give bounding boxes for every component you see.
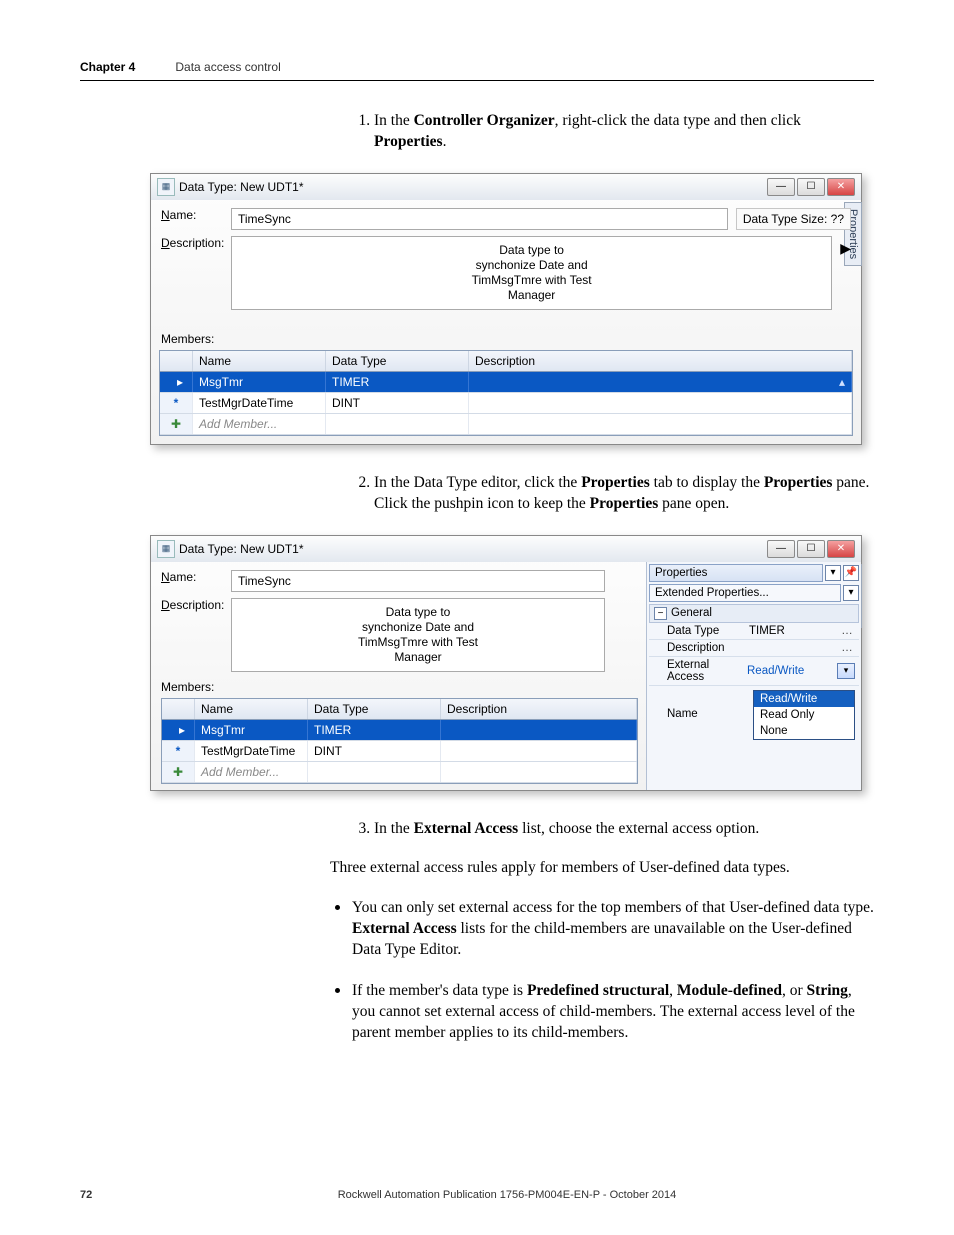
description-input[interactable]: Data type to synchonize Date and TimMsgT… (231, 236, 832, 310)
page-number: 72 (80, 1189, 140, 1201)
properties-pane: Properties ▾ 📌 Extended Properties... ▾ … (646, 562, 861, 790)
external-access-dropdown[interactable]: Read/Write Read Only None (753, 690, 855, 740)
option-read-write[interactable]: Read/Write (754, 691, 854, 707)
minimize-button[interactable]: — (767, 540, 795, 558)
rules-intro: Three external access rules apply for me… (330, 858, 874, 879)
add-member-row[interactable]: ✚ Add Member... (160, 414, 852, 435)
description-label: Description: (161, 598, 231, 612)
figure-1: ▦ Data Type: New UDT1* — ☐ ✕ Properties … (150, 173, 874, 445)
rule-2: If the member's data type is Predefined … (352, 977, 874, 1044)
rules-list: You can only set external access for the… (330, 894, 874, 1044)
collapse-icon[interactable]: − (654, 607, 667, 620)
pushpin-icon[interactable]: 📌 (843, 565, 859, 581)
window-title: Data Type: New UDT1* (179, 180, 767, 194)
option-read-only[interactable]: Read Only (754, 707, 854, 723)
maximize-button[interactable]: ☐ (797, 178, 825, 196)
dropdown-arrow-icon[interactable]: ▾ (843, 585, 859, 601)
general-group[interactable]: − General (649, 604, 859, 623)
section-label: Data access control (175, 60, 280, 74)
members-grid: Name Data Type Description * ▸ MsgTmr TI… (159, 350, 853, 436)
dropdown-arrow-icon[interactable]: ▾ (837, 663, 855, 679)
titlebar: ▦ Data Type: New UDT1* — ☐ ✕ (151, 536, 861, 562)
name-label: Name: (161, 570, 231, 584)
prop-row-external-access[interactable]: External Access Read/Write ▾ (649, 657, 859, 686)
step-3: In the External Access list, choose the … (374, 819, 874, 840)
step-list-3: In the External Access list, choose the … (350, 819, 874, 840)
description-input[interactable]: Data type to synchonize Date and TimMsgT… (231, 598, 605, 672)
chapter-label: Chapter 4 (80, 60, 135, 74)
minimize-button[interactable]: — (767, 178, 795, 196)
members-grid: Name Data Type Description * ▸ MsgTmr TI… (161, 698, 638, 784)
prop-row-description: Description … (649, 640, 859, 657)
expand-arrow-icon[interactable]: ▶ (840, 236, 851, 257)
properties-tab[interactable]: Properties (649, 564, 823, 582)
name-label: Name: (161, 208, 231, 222)
data-type-size: Data Type Size: ?? (736, 208, 851, 230)
members-label: Members: (161, 680, 638, 694)
table-row-selected[interactable]: * ▸ MsgTmr TIMER ▴ (160, 372, 852, 393)
figure-2: ▦ Data Type: New UDT1* — ☐ ✕ Properties … (150, 535, 874, 791)
ellipsis-button[interactable]: … (839, 625, 855, 637)
step-2: In the Data Type editor, click the Prope… (374, 473, 874, 515)
table-row[interactable]: * TestMgrDateTime DINT (160, 393, 852, 414)
window-icon: ▦ (157, 178, 175, 196)
table-row-selected[interactable]: * ▸ MsgTmr TIMER (162, 720, 637, 741)
dropdown-arrow-icon[interactable]: ▾ (825, 565, 841, 581)
ellipsis-button[interactable]: … (839, 642, 855, 654)
data-type-window: ▦ Data Type: New UDT1* — ☐ ✕ Properties … (150, 173, 862, 445)
members-label: Members: (161, 332, 861, 346)
prop-row-name: Name Read/Write Read Only None (649, 686, 859, 742)
table-row[interactable]: * TestMgrDateTime DINT (162, 741, 637, 762)
step-1: In the Controller Organizer, right-click… (374, 111, 874, 153)
page-footer: 72 Rockwell Automation Publication 1756-… (80, 1189, 874, 1201)
rule-1: You can only set external access for the… (352, 894, 874, 961)
titlebar: ▦ Data Type: New UDT1* — ☐ ✕ (151, 174, 861, 200)
col-desc[interactable]: Description (469, 351, 852, 371)
prop-row-data-type: Data Type TIMER … (649, 623, 859, 640)
data-type-window-props: ▦ Data Type: New UDT1* — ☐ ✕ Properties … (150, 535, 862, 791)
close-button[interactable]: ✕ (827, 178, 855, 196)
step-list-2: In the Data Type editor, click the Prope… (350, 473, 874, 515)
add-member-row[interactable]: ✚ Add Member... (162, 762, 637, 783)
close-button[interactable]: ✕ (827, 540, 855, 558)
name-input[interactable]: TimeSync (231, 208, 728, 230)
col-type[interactable]: Data Type (326, 351, 469, 371)
window-title: Data Type: New UDT1* (179, 542, 767, 556)
extended-properties-tab[interactable]: Extended Properties... (649, 584, 841, 602)
grid-header: Name Data Type Description (160, 351, 852, 372)
name-input[interactable]: TimeSync (231, 570, 605, 592)
col-name[interactable]: Name (193, 351, 326, 371)
publication-info: Rockwell Automation Publication 1756-PM0… (140, 1189, 874, 1201)
step-list: In the Controller Organizer, right-click… (350, 111, 874, 153)
option-none[interactable]: None (754, 723, 854, 739)
page-header: Chapter 4 Data access control (80, 60, 874, 81)
maximize-button[interactable]: ☐ (797, 540, 825, 558)
description-label: Description: (161, 236, 231, 250)
window-icon: ▦ (157, 540, 175, 558)
